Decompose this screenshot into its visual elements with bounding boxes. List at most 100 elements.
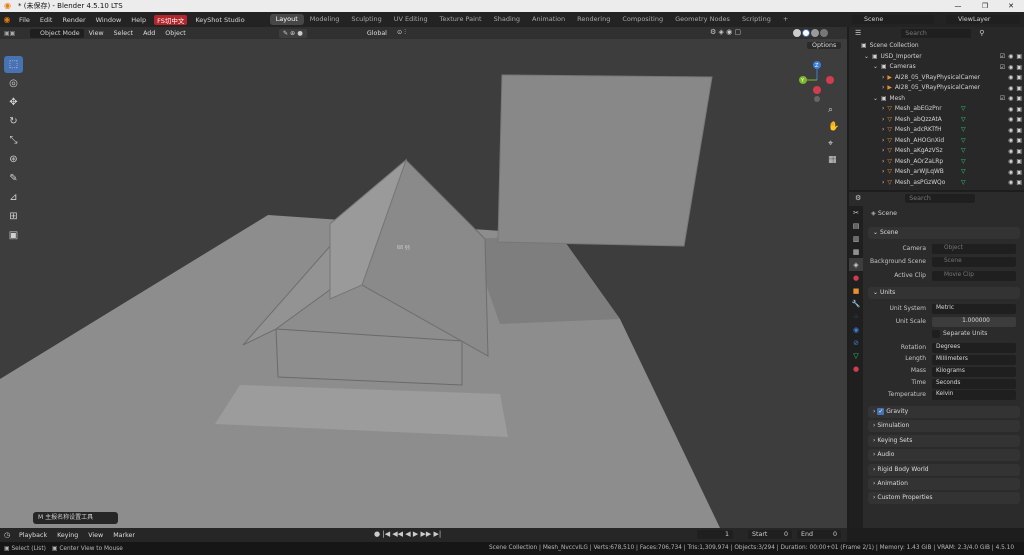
add-object-icon[interactable]: ▣ [4, 227, 23, 244]
render-camera-icon[interactable]: ▣ [1016, 85, 1022, 92]
outliner-row[interactable]: › ▽ Mesh_adcRKTfH ▽ ◉ ▣ [849, 125, 1024, 136]
eye-icon[interactable]: ◉ [1008, 106, 1013, 113]
active-clip-field[interactable]: Movie Clip [932, 271, 1016, 281]
chevron-right-icon[interactable]: › [882, 127, 884, 133]
chevron-right-icon[interactable]: › [882, 117, 884, 123]
modifier-icon[interactable]: ▽ [961, 127, 966, 133]
output-tab-icon[interactable]: ▥ [849, 232, 863, 245]
render-camera-icon[interactable]: ▣ [1016, 106, 1022, 113]
eye-icon[interactable]: ◉ [1008, 148, 1013, 155]
move-icon[interactable]: ✥ [4, 94, 23, 111]
outliner-row[interactable]: ⌄ ▣ Cameras ☑ ◉ ▣ [849, 62, 1024, 73]
viewport-overlay-icons[interactable]: ⚙ ◈ ◉ ▢ [710, 28, 741, 36]
menu-edit[interactable]: Edit [35, 16, 58, 24]
outliner-row[interactable]: › ▽ Mesh_arWJLqWB ▽ ◉ ▣ [849, 167, 1024, 178]
material-shading-icon[interactable] [811, 29, 819, 37]
outliner-row[interactable]: › ▽ Mesh_abQzzAtA ▽ ◉ ▣ [849, 115, 1024, 126]
wireframe-shading-icon[interactable] [793, 29, 801, 37]
world-tab-icon[interactable]: ● [849, 271, 863, 284]
tab-scripting[interactable]: Scripting [736, 14, 777, 25]
eye-icon[interactable]: ◉ [1008, 137, 1013, 144]
outliner-row[interactable]: › ▽ Mesh_abEGzPnr ▽ ◉ ▣ [849, 104, 1024, 115]
outliner-row[interactable]: › ▽ Mesh_aKgAzVSz ▽ ◉ ▣ [849, 146, 1024, 157]
viewport-menu-select[interactable]: Select [109, 30, 138, 37]
eye-icon[interactable]: ◉ [1008, 158, 1013, 165]
cursor-icon[interactable]: ◎ [4, 75, 23, 92]
render-tab-icon[interactable]: ▤ [849, 219, 863, 232]
close-button[interactable]: ✕ [998, 0, 1024, 12]
outliner-root[interactable]: ▣ Scene Collection [849, 41, 1024, 52]
viewport-menu-view[interactable]: View [84, 30, 109, 37]
solid-shading-icon[interactable] [802, 29, 810, 37]
rendered-shading-icon[interactable] [820, 29, 828, 37]
modifier-icon[interactable]: ▽ [961, 148, 966, 154]
menu-file[interactable]: File [14, 16, 35, 24]
particles-tab-icon[interactable]: ⁘ [849, 310, 863, 323]
timeline-menu-marker[interactable]: Marker [108, 532, 140, 539]
chevron-right-icon[interactable]: › [882, 85, 884, 91]
audio-panel[interactable]: › Audio [868, 449, 1020, 461]
viewlayer-selector[interactable]: ViewLayer [946, 15, 1020, 24]
mass-dropdown[interactable]: Kilograms [932, 367, 1016, 377]
modifier-tab-icon[interactable]: 🔧 [849, 297, 863, 310]
chevron-down-icon[interactable]: ⌄ [864, 54, 869, 60]
outliner-row[interactable]: ⌄ ▣ Mesh ☑ ◉ ▣ [849, 94, 1024, 105]
current-frame-field[interactable]: 1 [697, 530, 733, 539]
timeline-editor-icon[interactable]: ◷ [0, 531, 14, 539]
rigid-body-world-panel[interactable]: › Rigid Body World [868, 464, 1020, 476]
chevron-right-icon[interactable]: › [882, 75, 884, 81]
timeline-menu-view[interactable]: View [83, 532, 108, 539]
object-mode-dropdown[interactable]: Object Mode [30, 28, 84, 38]
tab-rendering[interactable]: Rendering [571, 14, 616, 25]
render-camera-icon[interactable]: ▣ [1016, 127, 1022, 134]
orientation-dropdown[interactable]: Global [362, 30, 392, 37]
gravity-panel[interactable]: › ✓ Gravity [868, 406, 1020, 418]
eye-icon[interactable]: ◉ [1008, 116, 1013, 123]
3d-viewport[interactable]: ßß §§ Z Y ⌕ ✋ ⌖ ▦ Options M 主报名称设置工具 [0, 39, 847, 528]
menu-window[interactable]: Window [91, 16, 127, 24]
outliner-row[interactable]: ⌄ ▣ USD_Importer ☑ ◉ ▣ [849, 52, 1024, 63]
gravity-checkbox[interactable]: ✓ [877, 408, 885, 415]
start-frame-field[interactable]: Start 0 [748, 530, 792, 539]
tab-modeling[interactable]: Modeling [304, 14, 346, 25]
playback-controls-icon[interactable]: ● |◀ ◀◀ ◀ ▶ ▶▶ ▶| [374, 530, 441, 538]
outliner-search[interactable]: Search [901, 28, 972, 38]
modifier-icon[interactable]: ▽ [961, 169, 966, 175]
viewport-menu-object[interactable]: Object [160, 30, 191, 37]
render-camera-icon[interactable]: ▣ [1016, 158, 1022, 165]
tab-layout[interactable]: Layout [269, 14, 304, 25]
collection-checkbox-icon[interactable]: ☑ [1000, 95, 1005, 102]
outliner-row[interactable]: › ▶ AI28_05_VRayPhysicalCamer ◉ ▣ [849, 73, 1024, 84]
transform-tools-icon[interactable]: ✎ ⊕ ● [278, 28, 307, 38]
eye-icon[interactable]: ◉ [1008, 169, 1013, 176]
rotate-icon[interactable]: ↻ [4, 113, 23, 130]
custom-properties-panel[interactable]: › Custom Properties [868, 492, 1020, 504]
render-camera-icon[interactable]: ▣ [1016, 179, 1022, 186]
view-layer-tab-icon[interactable]: ▦ [849, 245, 863, 258]
units-panel-header[interactable]: ⌄ Units [868, 287, 1020, 299]
separate-units-checkbox[interactable] [932, 330, 940, 338]
select-box-icon[interactable]: ⬚ [4, 56, 23, 73]
chevron-right-icon[interactable]: › [882, 159, 884, 165]
viewport-options-button[interactable]: Options [807, 42, 842, 49]
chevron-right-icon[interactable]: › [882, 169, 884, 175]
minimize-button[interactable]: — [945, 0, 971, 12]
scene-tab-icon[interactable]: ◈ [849, 258, 863, 271]
outliner-row[interactable]: › ▽ Mesh_AHOGnXid ▽ ◉ ▣ [849, 136, 1024, 147]
constraints-tab-icon[interactable]: ⊘ [849, 336, 863, 349]
modifier-icon[interactable]: ▽ [961, 138, 966, 144]
maximize-button[interactable]: ❐ [972, 0, 998, 12]
tab-sculpting[interactable]: Sculpting [345, 14, 387, 25]
fs-chinese-button[interactable]: FS切中文 [154, 14, 188, 25]
chevron-down-icon[interactable]: ⌄ [873, 96, 878, 102]
background-scene-field[interactable]: Scene [932, 257, 1016, 267]
render-camera-icon[interactable]: ▣ [1016, 74, 1022, 81]
material-tab-icon[interactable]: ● [849, 362, 863, 375]
length-dropdown[interactable]: Millimeters [932, 355, 1016, 365]
chevron-down-icon[interactable]: ⌄ [873, 64, 878, 70]
viewport-menu-add[interactable]: Add [138, 30, 160, 37]
data-tab-icon[interactable]: ▽ [849, 349, 863, 362]
outliner-row[interactable]: › ▽ Mesh_asPGzWQo ▽ ◉ ▣ [849, 178, 1024, 189]
outliner-row[interactable]: › ▽ Mesh_AOrZaLRp ▽ ◉ ▣ [849, 157, 1024, 168]
animation-panel[interactable]: › Animation [868, 478, 1020, 490]
